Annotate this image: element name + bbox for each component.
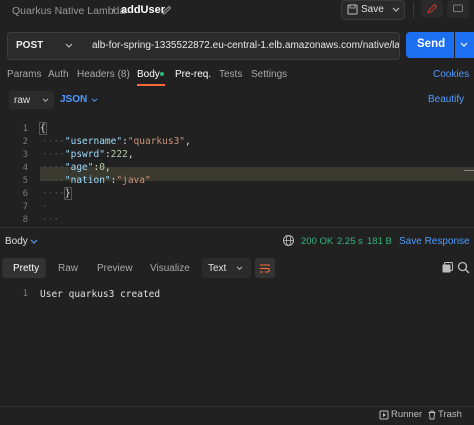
- line-number: 7: [22, 202, 28, 212]
- json-key: "username": [64, 136, 123, 147]
- text-caret: [464, 170, 474, 171]
- tab-pre-request[interactable]: Pre-req.: [175, 69, 211, 80]
- json-key: "age": [64, 162, 94, 173]
- wrap-lines-icon: [260, 264, 270, 273]
- response-body-label[interactable]: Body: [5, 236, 28, 247]
- chevron-down-icon: [42, 98, 49, 103]
- code-line: ····}: [42, 187, 72, 200]
- save-response-label: Save Response: [399, 236, 470, 247]
- active-tab-indicator: [137, 84, 165, 86]
- runner-icon: [379, 410, 389, 420]
- tab-settings[interactable]: Settings: [251, 69, 287, 80]
- globe-icon[interactable]: [282, 234, 295, 247]
- response-time[interactable]: 2.25 s: [337, 236, 363, 247]
- json-comma: ,: [104, 162, 111, 173]
- line-number: 4: [22, 163, 28, 173]
- wrap-lines-button[interactable]: [255, 258, 275, 278]
- breadcrumb-collection[interactable]: Quarkus Native Lambda: [12, 5, 125, 17]
- save-dropdown-button[interactable]: [388, 0, 405, 20]
- trash-button[interactable]: Trash: [438, 409, 462, 420]
- cookies-link[interactable]: Cookies: [433, 69, 469, 80]
- tab-tests[interactable]: Tests: [219, 69, 242, 80]
- method-label: POST: [16, 40, 44, 51]
- body-mode-select[interactable]: raw: [9, 91, 54, 109]
- response-format-label: Text: [208, 263, 227, 274]
- beautify-button[interactable]: Beautify: [428, 94, 464, 105]
- pencil-icon[interactable]: [161, 4, 173, 16]
- edit-pen-icon: [427, 3, 438, 14]
- json-key: "pswrd": [64, 149, 105, 160]
- body-mode-label: raw: [14, 95, 31, 106]
- url-input[interactable]: alb-for-spring-1335522872.eu-central-1.e…: [83, 32, 400, 60]
- chevron-down-icon[interactable]: [30, 239, 38, 245]
- json-comma: ,: [185, 136, 191, 147]
- view-tab-label: Visualize: [150, 263, 190, 274]
- view-tab-visualize[interactable]: Visualize: [142, 258, 194, 278]
- send-dropdown-button[interactable]: [455, 32, 474, 58]
- view-tab-label: Preview: [97, 263, 133, 274]
- chevron-down-icon: [65, 43, 73, 48]
- method-select[interactable]: POST: [7, 32, 84, 60]
- save-icon: [347, 4, 358, 15]
- json-value: 222: [110, 149, 128, 160]
- chevron-down-icon: [460, 42, 468, 47]
- line-number: 5: [22, 176, 28, 186]
- language-select[interactable]: JSON: [60, 91, 102, 109]
- response-line-number: 1: [22, 289, 28, 299]
- view-tab-raw[interactable]: Raw: [50, 258, 84, 278]
- save-button[interactable]: Save: [341, 0, 389, 20]
- chevron-down-icon: [392, 7, 400, 12]
- search-icon[interactable]: [457, 261, 470, 274]
- line-number: 8: [22, 215, 28, 225]
- request-name[interactable]: addUser: [121, 4, 165, 16]
- trash-icon: [428, 410, 436, 420]
- response-size[interactable]: 181 B: [367, 236, 392, 247]
- tab-body[interactable]: Body: [137, 69, 160, 80]
- response-body-text[interactable]: User quarkus3 created: [40, 289, 160, 300]
- tab-params[interactable]: Params: [7, 69, 41, 80]
- json-brace: }: [63, 187, 72, 200]
- body-indicator-dot: [160, 72, 164, 76]
- url-text: alb-for-spring-1335522872.eu-central-1.e…: [92, 40, 400, 51]
- json-value: "quarkus3": [127, 136, 186, 147]
- json-key: "nation": [64, 175, 111, 186]
- chevron-down-icon: [236, 266, 243, 271]
- code-line: {: [39, 122, 47, 135]
- code-line: ····"nation":"java": [42, 175, 151, 186]
- view-tab-label: Raw: [58, 263, 79, 274]
- edit-button[interactable]: [421, 0, 443, 18]
- json-value: "java": [116, 175, 151, 186]
- line-number: 3: [22, 150, 28, 160]
- comment-icon: [453, 4, 463, 12]
- language-label: JSON: [60, 94, 88, 105]
- send-button[interactable]: Send: [406, 32, 454, 58]
- comment-button[interactable]: [447, 0, 469, 18]
- code-line: ····"age":0,: [42, 162, 111, 173]
- code-line: ····"pswrd":222,: [42, 149, 134, 160]
- view-tab-preview[interactable]: Preview: [90, 258, 136, 278]
- view-tab-label: Pretty: [13, 263, 40, 274]
- tab-auth[interactable]: Auth: [48, 69, 69, 80]
- tab-headers[interactable]: Headers (8): [77, 69, 130, 80]
- pane-divider[interactable]: [0, 227, 474, 228]
- line-number: 1: [22, 124, 28, 134]
- code-line: ·: [42, 201, 48, 212]
- response-status[interactable]: 200 OK: [301, 236, 333, 247]
- code-line: ····"username":"quarkus3",: [42, 136, 191, 147]
- response-format-select[interactable]: Text: [202, 258, 251, 278]
- chevron-down-icon: [91, 98, 98, 103]
- line-number: 6: [22, 189, 28, 199]
- view-tab-pretty[interactable]: Pretty: [2, 258, 46, 278]
- send-label: Send: [417, 38, 446, 50]
- json-comma: ,: [127, 149, 134, 160]
- line-number: 2: [22, 137, 28, 147]
- copy-icon[interactable]: [441, 261, 454, 274]
- save-label: Save: [361, 4, 384, 15]
- code-line: ···: [42, 214, 60, 225]
- runner-button[interactable]: Runner: [391, 409, 422, 420]
- breadcrumb-separator: /: [112, 5, 115, 17]
- toolbar-divider: [413, 2, 414, 18]
- save-response-button[interactable]: Save Response: [399, 236, 474, 247]
